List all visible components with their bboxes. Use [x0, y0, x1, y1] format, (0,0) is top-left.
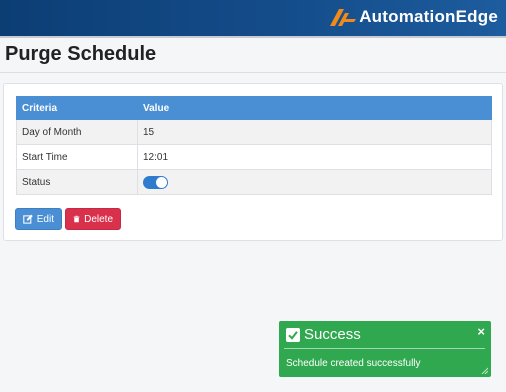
check-square-icon	[286, 328, 300, 342]
edit-button[interactable]: Edit	[15, 208, 62, 230]
value-cell: 15	[137, 119, 492, 145]
title-divider	[0, 72, 506, 73]
top-header-bar: AutomationEdge	[0, 0, 506, 36]
close-icon[interactable]: ×	[477, 324, 485, 339]
delete-button[interactable]: Delete	[65, 208, 121, 230]
column-header-criteria: Criteria	[16, 96, 138, 120]
value-cell	[137, 169, 492, 195]
value-cell: 12:01	[137, 144, 492, 170]
header-divider	[0, 36, 506, 38]
table-row: Start Time 12:01	[16, 144, 492, 170]
table-row: Day of Month 15	[16, 119, 492, 145]
criteria-cell: Day of Month	[16, 119, 138, 145]
table-row: Status	[16, 169, 492, 195]
brand[interactable]: AutomationEdge	[329, 6, 498, 28]
automationedge-logo-icon	[330, 9, 357, 26]
column-header-value: Value	[137, 96, 492, 120]
status-toggle[interactable]	[143, 175, 168, 189]
delete-label: Delete	[84, 213, 113, 225]
trash-icon	[73, 215, 80, 223]
edit-icon	[23, 214, 33, 224]
page-title: Purge Schedule	[5, 43, 157, 65]
success-toast: Success × Schedule created successfully	[279, 321, 491, 377]
schedule-panel: Criteria Value Day of Month 15 Start Tim…	[3, 83, 503, 241]
criteria-cell: Status	[16, 169, 138, 195]
toast-divider	[284, 348, 485, 349]
criteria-table: Criteria Value Day of Month 15 Start Tim…	[16, 96, 492, 195]
toggle-knob	[156, 176, 167, 188]
brand-name: AutomationEdge	[359, 7, 498, 26]
table-header-row: Criteria Value	[16, 96, 492, 120]
edit-label: Edit	[36, 213, 54, 225]
toast-message: Schedule created successfully	[286, 358, 421, 369]
resize-grip-icon[interactable]	[480, 366, 488, 374]
criteria-cell: Start Time	[16, 144, 138, 170]
toast-title: Success	[304, 326, 361, 343]
